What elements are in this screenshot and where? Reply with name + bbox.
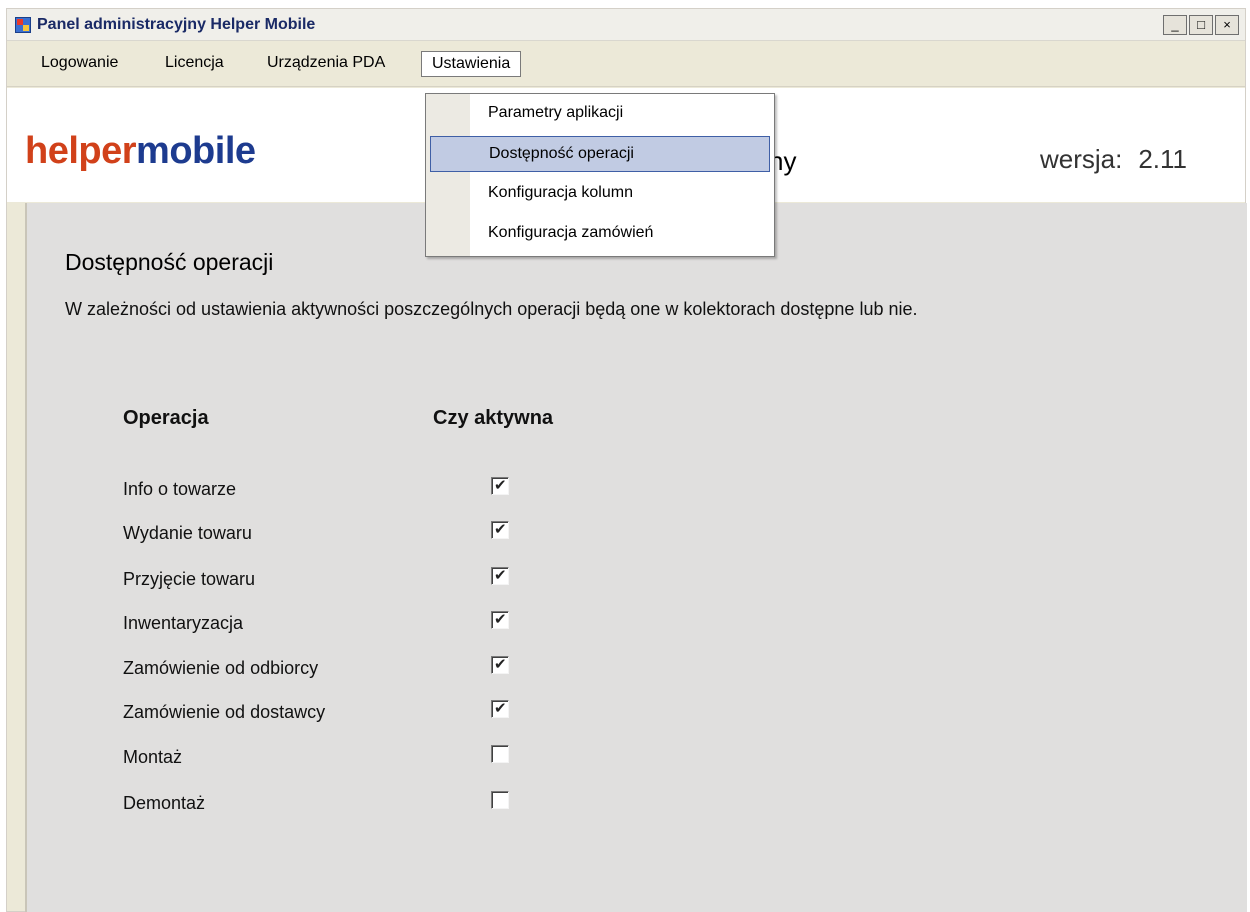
window-title: Panel administracyjny Helper Mobile <box>37 16 316 33</box>
active-checkbox[interactable] <box>491 610 509 629</box>
operation-label: Zamówienie od odbiorcy <box>123 658 319 678</box>
menu-bar: Logowanie Licencja Urządzenia PDA Ustawi… <box>7 41 1245 87</box>
menu-logowanie[interactable]: Logowanie <box>31 51 128 77</box>
menu-item-konfiguracja-kolumn[interactable]: Konfiguracja kolumn <box>430 176 770 212</box>
operation-label: Demontaż <box>123 793 206 813</box>
menu-item-dostepnosc-operacji[interactable]: Dostępność operacji <box>430 136 770 172</box>
menu-urzadzenia-pda[interactable]: Urządzenia PDA <box>257 51 395 77</box>
app-icon <box>15 17 31 33</box>
app-window: Panel administracyjny Helper Mobile _ □ … <box>6 8 1247 912</box>
content-panel: Dostępność operacji W zależności od usta… <box>25 203 1247 912</box>
title-bar[interactable]: Panel administracyjny Helper Mobile _ □ … <box>7 9 1245 41</box>
active-checkbox[interactable] <box>491 655 509 674</box>
operation-label: Przyjęcie towaru <box>123 569 256 589</box>
operation-label: Zamówienie od dostawcy <box>123 702 326 722</box>
operation-row: Info o towarze <box>123 475 563 505</box>
settings-dropdown-menu: Parametry aplikacji Dostępność operacji … <box>425 93 775 257</box>
active-checkbox[interactable] <box>491 699 509 718</box>
helpermobile-logo: helpermobile <box>25 130 256 173</box>
active-checkbox[interactable] <box>491 476 509 495</box>
operation-row: Wydanie towaru <box>123 519 563 549</box>
operation-row: Demontaż <box>123 789 563 819</box>
active-checkbox[interactable] <box>491 745 509 763</box>
menu-item-konfiguracja-zamowien[interactable]: Konfiguracja zamówień <box>430 216 770 252</box>
operation-row: Przyjęcie towaru <box>123 565 563 595</box>
menu-licencja[interactable]: Licencja <box>155 51 234 77</box>
operation-label: Montaż <box>123 747 183 767</box>
version-info: wersja: 2.11 <box>1040 144 1187 175</box>
section-description: W zależności od ustawienia aktywności po… <box>65 299 918 319</box>
logo-part-helper: helper <box>25 130 137 172</box>
version-label: wersja: <box>1039 144 1123 174</box>
operation-row: Montaż <box>123 743 563 773</box>
operation-row: Inwentaryzacja <box>123 609 563 639</box>
close-button[interactable]: × <box>1215 15 1239 35</box>
menu-ustawienia[interactable]: Ustawienia <box>421 51 522 77</box>
section-title: Dostępność operacji <box>65 249 274 275</box>
minimize-button[interactable]: _ <box>1163 15 1187 35</box>
operation-label: Info o towarze <box>123 479 237 499</box>
operation-row: Zamówienie od odbiorcy <box>123 654 563 684</box>
column-header-operation: Operacja <box>123 407 209 429</box>
active-checkbox[interactable] <box>491 520 509 539</box>
menu-item-parametry-aplikacji[interactable]: Parametry aplikacji <box>430 96 770 132</box>
version-value: 2.11 <box>1138 144 1187 174</box>
operation-label: Wydanie towaru <box>123 523 252 543</box>
window-controls: _ □ × <box>1163 15 1239 35</box>
logo-part-mobile: mobile <box>136 130 256 172</box>
operation-row: Zamówienie od dostawcy <box>123 698 563 728</box>
column-header-active: Czy aktywna <box>433 407 554 429</box>
active-checkbox[interactable] <box>491 566 509 585</box>
maximize-button[interactable]: □ <box>1189 15 1213 35</box>
active-checkbox[interactable] <box>491 791 509 809</box>
operation-label: Inwentaryzacja <box>123 613 244 633</box>
